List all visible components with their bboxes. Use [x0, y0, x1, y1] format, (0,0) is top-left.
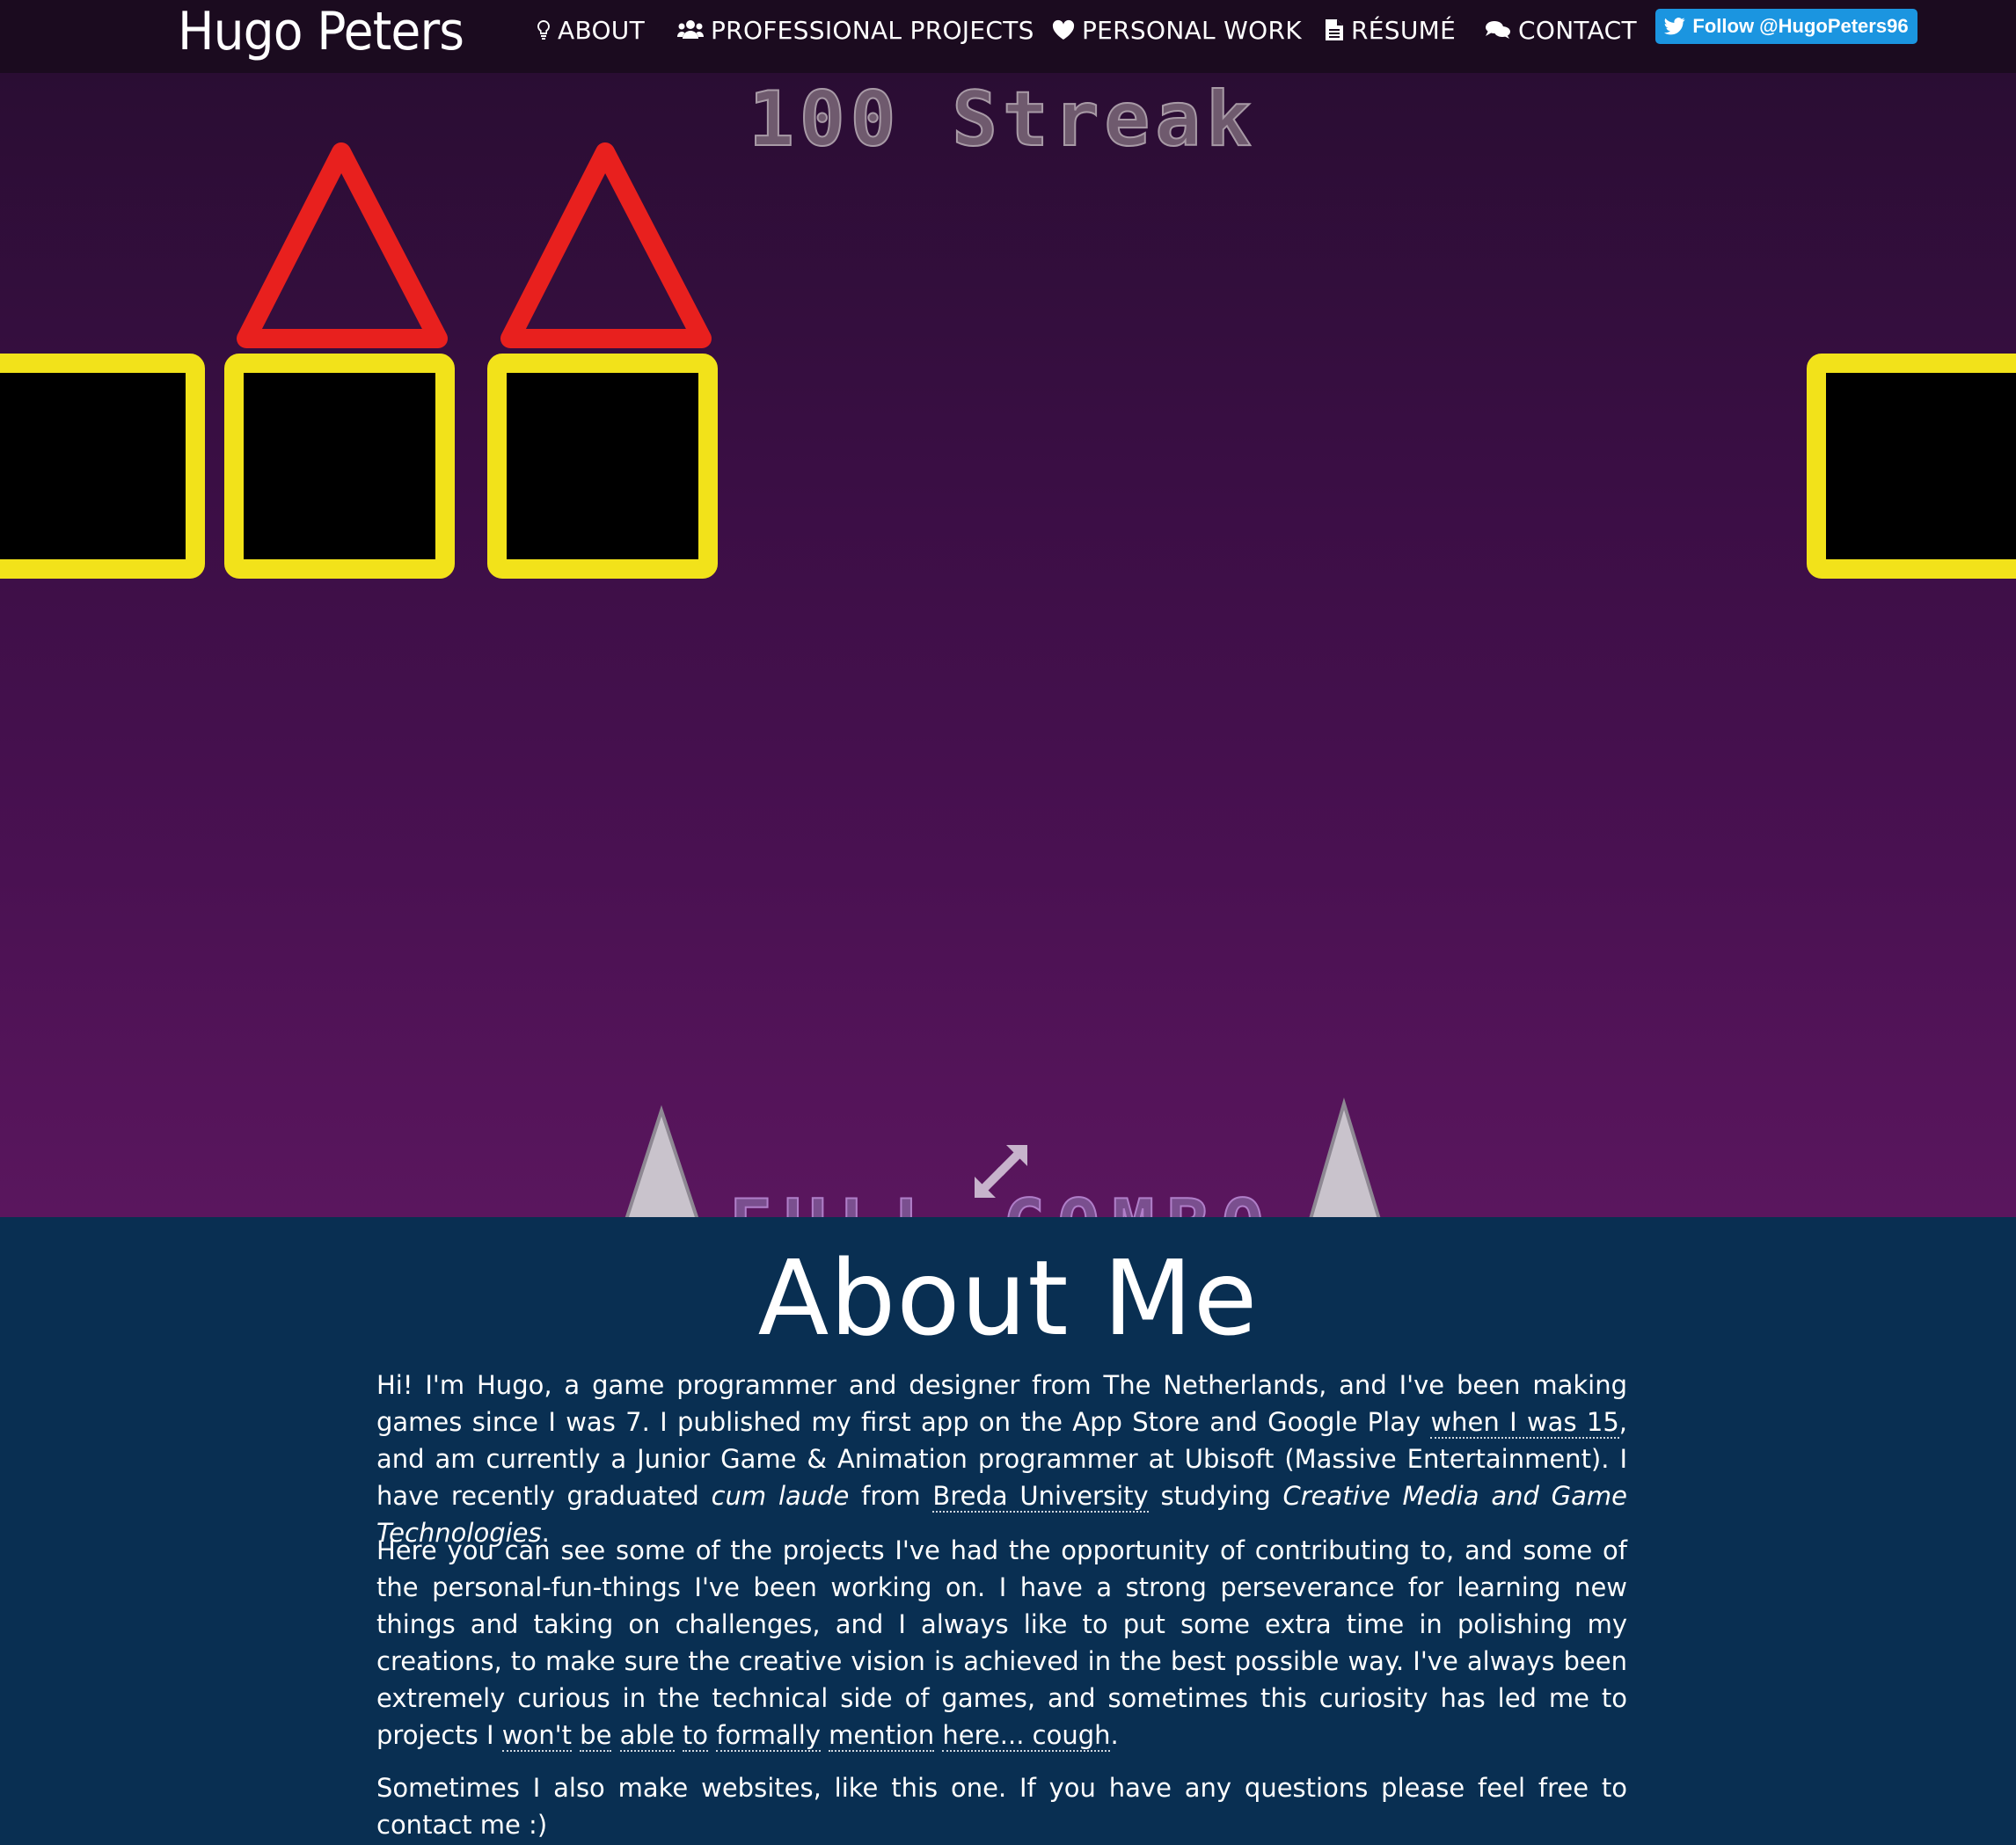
heart-icon: [1052, 19, 1075, 40]
silver-spike: [625, 1105, 699, 1217]
navbar: Hugo Peters ABOUT PROFESSIONAL PROJECTS …: [0, 0, 2016, 73]
nav-professional-projects-label: PROFESSIONAL PROJECTS: [711, 15, 1034, 45]
about-title: About Me: [757, 1237, 1259, 1359]
brand-logo[interactable]: Hugo Peters: [178, 0, 464, 63]
nav-about-label: ABOUT: [558, 15, 646, 45]
link-secret-word[interactable]: to: [682, 1720, 709, 1752]
text: Here you can see some of the projects I'…: [376, 1535, 1627, 1750]
link-secret-word[interactable]: formally: [716, 1720, 821, 1752]
nav-resume[interactable]: RÉSUMÉ: [1325, 9, 1456, 51]
yellow-square: [224, 354, 455, 579]
link-breda-university[interactable]: Breda University: [932, 1481, 1149, 1513]
link-secret-word[interactable]: mention: [829, 1720, 935, 1752]
chat-bubbles-icon: [1485, 19, 1511, 40]
red-triangle: [237, 142, 448, 348]
text: studying: [1148, 1481, 1283, 1511]
yellow-square: [0, 354, 205, 579]
twitter-follow-button[interactable]: Follow @HugoPeters96: [1655, 9, 1917, 44]
about-paragraph-2: Here you can see some of the projects I'…: [376, 1532, 1627, 1754]
users-icon: [677, 19, 704, 40]
emphasis: cum laude: [711, 1481, 850, 1511]
about-section: About Me Hi! I'm Hugo, a game programmer…: [0, 1217, 2016, 1845]
twitter-follow-label: Follow @HugoPeters96: [1692, 15, 1909, 37]
hero-video[interactable]: 100 Streak FULL COMBO: [0, 73, 2016, 1217]
silver-spike: [1309, 1097, 1381, 1217]
nav-contact[interactable]: CONTACT: [1485, 9, 1637, 51]
game-scene: 100 Streak FULL COMBO: [0, 75, 2016, 1217]
nav-personal-work-label: PERSONAL WORK: [1082, 15, 1302, 45]
link-when-i-was-15[interactable]: when I was 15: [1430, 1407, 1619, 1439]
link-secret-word[interactable]: be: [580, 1720, 612, 1752]
text: from: [849, 1481, 933, 1511]
about-paragraph-3: Sometimes I also make websites, like thi…: [376, 1773, 1627, 1840]
nav-personal-work[interactable]: PERSONAL WORK: [1052, 9, 1302, 51]
red-triangle: [500, 142, 712, 348]
document-icon: [1325, 18, 1344, 41]
link-secret-word[interactable]: won't: [501, 1720, 572, 1752]
nav-about[interactable]: ABOUT: [537, 9, 645, 51]
about-paragraph-1: Hi! I'm Hugo, a game programmer and desi…: [376, 1367, 1627, 1551]
link-secret-word[interactable]: able: [619, 1720, 675, 1752]
text: .: [1110, 1720, 1119, 1750]
nav-contact-label: CONTACT: [1518, 15, 1637, 45]
yellow-square: [1807, 354, 2016, 579]
lightbulb-icon: [537, 19, 551, 40]
yellow-square: [487, 354, 718, 579]
twitter-bird-icon: [1664, 18, 1686, 35]
game-streak-text: 100 Streak: [749, 76, 1257, 164]
expand-arrows-icon[interactable]: [969, 1140, 1027, 1198]
link-secret-word[interactable]: here... cough: [942, 1720, 1111, 1752]
nav-professional-projects[interactable]: PROFESSIONAL PROJECTS: [677, 9, 1034, 51]
nav-resume-label: RÉSUMÉ: [1351, 15, 1457, 45]
